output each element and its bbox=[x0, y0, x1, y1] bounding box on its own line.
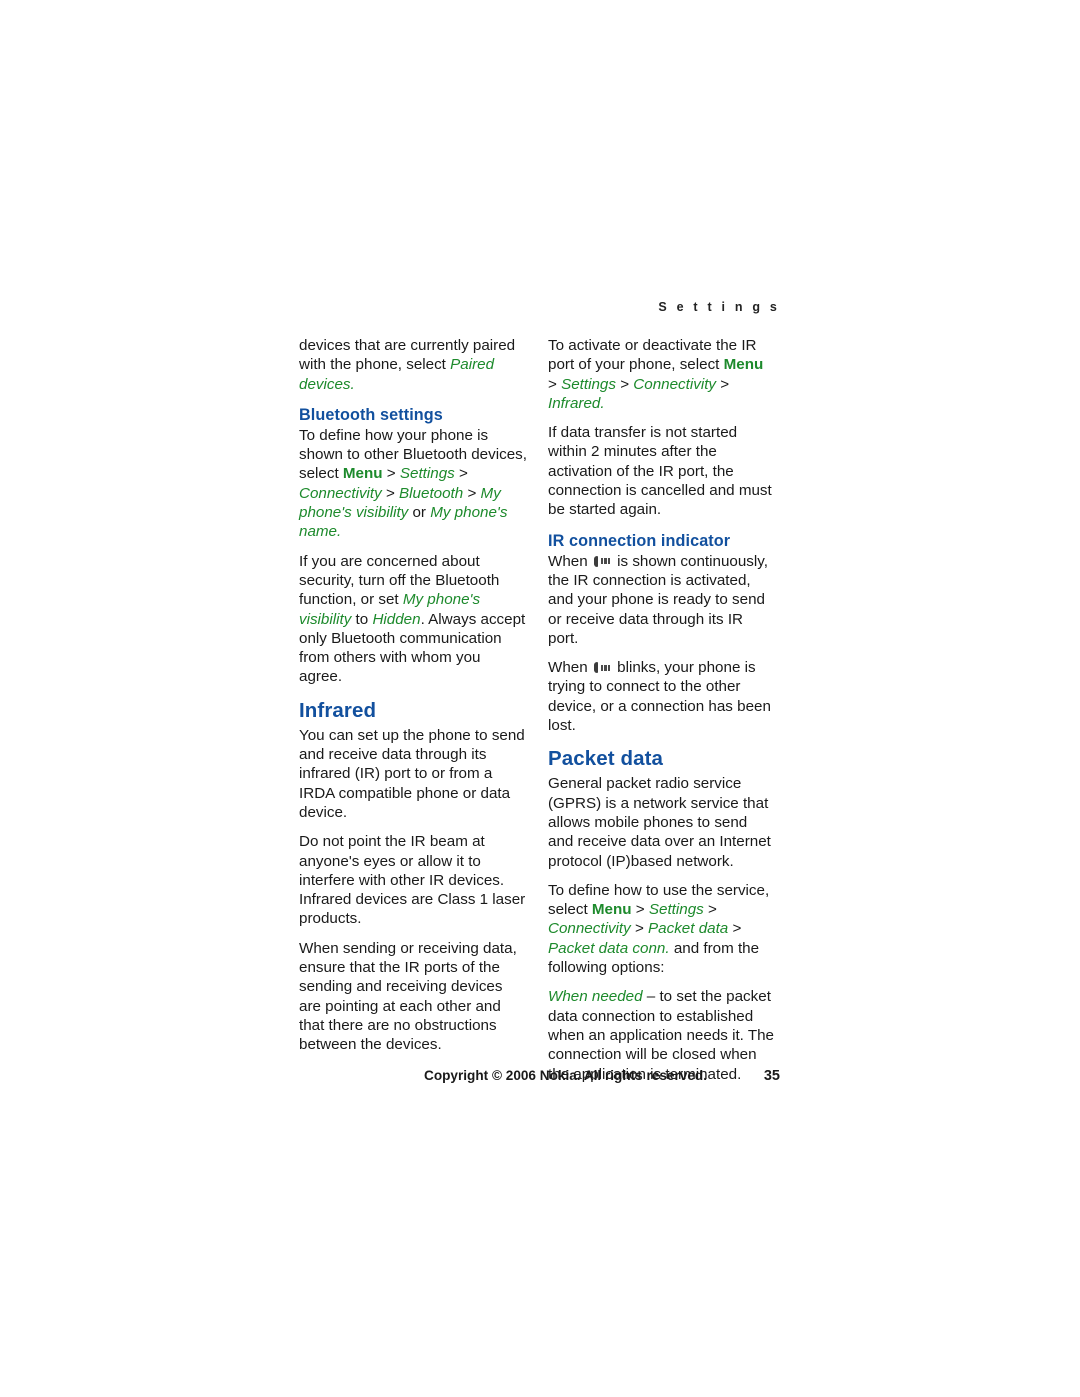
text-lead: When bbox=[548, 659, 592, 677]
paragraph-ir-indicator-continuous: When is shown continuously, the IR conne… bbox=[548, 552, 776, 648]
left-column: devices that are currently paired with t… bbox=[299, 336, 527, 1065]
page-number: 35 bbox=[763, 1068, 780, 1084]
text-lead: When bbox=[548, 552, 592, 570]
ir-beam-bar-2 bbox=[604, 558, 607, 565]
text-tail: . bbox=[600, 394, 605, 412]
path-settings: Settings bbox=[648, 901, 704, 919]
path-packet-data: Packet data bbox=[648, 920, 729, 938]
paragraph-activate-ir-port: To activate or deactivate the IR port of… bbox=[548, 336, 776, 413]
option-term-when-needed: When needed bbox=[548, 988, 643, 1006]
path-separator: > bbox=[631, 901, 649, 919]
ir-beam-bar-3 bbox=[607, 664, 611, 671]
copyright-notice: Copyright © 2006 Nokia. All rights reser… bbox=[424, 1068, 707, 1083]
paragraph-bluetooth-security: If you are concerned about security, tur… bbox=[299, 552, 527, 687]
ir-lens-shape bbox=[593, 555, 599, 567]
paragraph-gprs-description: General packet radio service (GPRS) is a… bbox=[548, 775, 771, 870]
paragraph-infrared-warning: Do not point the IR beam at anyone's eye… bbox=[299, 833, 526, 928]
manual-page: S e t t i n g s devices that are current… bbox=[0, 0, 1080, 1397]
heading-bluetooth-settings: Bluetooth settings bbox=[299, 405, 443, 424]
ir-beam-bar-2 bbox=[604, 664, 607, 671]
paragraph-packet-data-path: To define how to use the service, select… bbox=[548, 881, 776, 977]
paragraph-ir-timeout: If data transfer is not started within 2… bbox=[548, 424, 772, 519]
ir-beam-bar-3 bbox=[607, 558, 611, 565]
path-settings: Settings bbox=[399, 465, 455, 483]
heading-ir-connection-indicator: IR connection indicator bbox=[548, 531, 731, 550]
path-menu: Menu bbox=[591, 901, 632, 919]
ir-lens-shape bbox=[593, 662, 599, 674]
path-settings: Settings bbox=[561, 375, 616, 393]
path-separator: > bbox=[382, 465, 400, 483]
page-footer: Copyright © 2006 Nokia. All rights reser… bbox=[299, 1068, 780, 1090]
path-bluetooth: Bluetooth bbox=[399, 484, 464, 502]
ir-connection-icon bbox=[593, 555, 611, 567]
path-separator: > bbox=[381, 484, 400, 502]
paragraph-infrared-alignment: When sending or receiving data, ensure t… bbox=[299, 939, 517, 1054]
path-separator: > bbox=[703, 901, 717, 919]
paragraph-infrared-intro: You can set up the phone to send and rec… bbox=[299, 726, 525, 821]
path-menu: Menu bbox=[342, 465, 383, 483]
path-connectivity: Connectivity bbox=[299, 484, 382, 502]
heading-infrared: Infrared bbox=[299, 698, 377, 722]
ir-beam-bar-1 bbox=[600, 558, 604, 565]
path-connectivity: Connectivity bbox=[548, 920, 631, 938]
paragraph-bluetooth-visibility: To define how your phone is shown to oth… bbox=[299, 426, 527, 542]
paragraph-ir-indicator-blinking: When blinks, your phone is trying to con… bbox=[548, 658, 776, 735]
text-tail: . bbox=[337, 523, 342, 541]
path-separator: > bbox=[615, 375, 634, 393]
path-separator: > bbox=[548, 375, 562, 393]
path-separator: > bbox=[716, 375, 730, 393]
ir-connection-icon bbox=[593, 662, 611, 674]
ir-beam-bar-1 bbox=[600, 664, 604, 671]
running-head: S e t t i n g s bbox=[658, 300, 780, 314]
paragraph-paired-devices: devices that are currently paired with t… bbox=[299, 336, 527, 394]
path-separator: > bbox=[630, 920, 649, 938]
right-column: To activate or deactivate the IR port of… bbox=[548, 336, 776, 1094]
path-separator: > bbox=[463, 484, 481, 502]
page-columns: devices that are currently paired with t… bbox=[299, 336, 780, 1083]
path-hidden: Hidden bbox=[372, 610, 421, 628]
heading-packet-data: Packet data bbox=[548, 747, 664, 771]
path-packet-data-conn: Packet data conn. bbox=[548, 939, 670, 957]
text-mid: or bbox=[408, 504, 431, 522]
path-menu: Menu bbox=[723, 356, 764, 374]
path-infrared: Infrared bbox=[548, 394, 601, 412]
path-separator: > bbox=[728, 920, 742, 938]
path-connectivity: Connectivity bbox=[633, 375, 717, 393]
text-tail: . bbox=[350, 375, 355, 393]
path-separator: > bbox=[454, 465, 468, 483]
text-mid: to bbox=[351, 610, 373, 628]
